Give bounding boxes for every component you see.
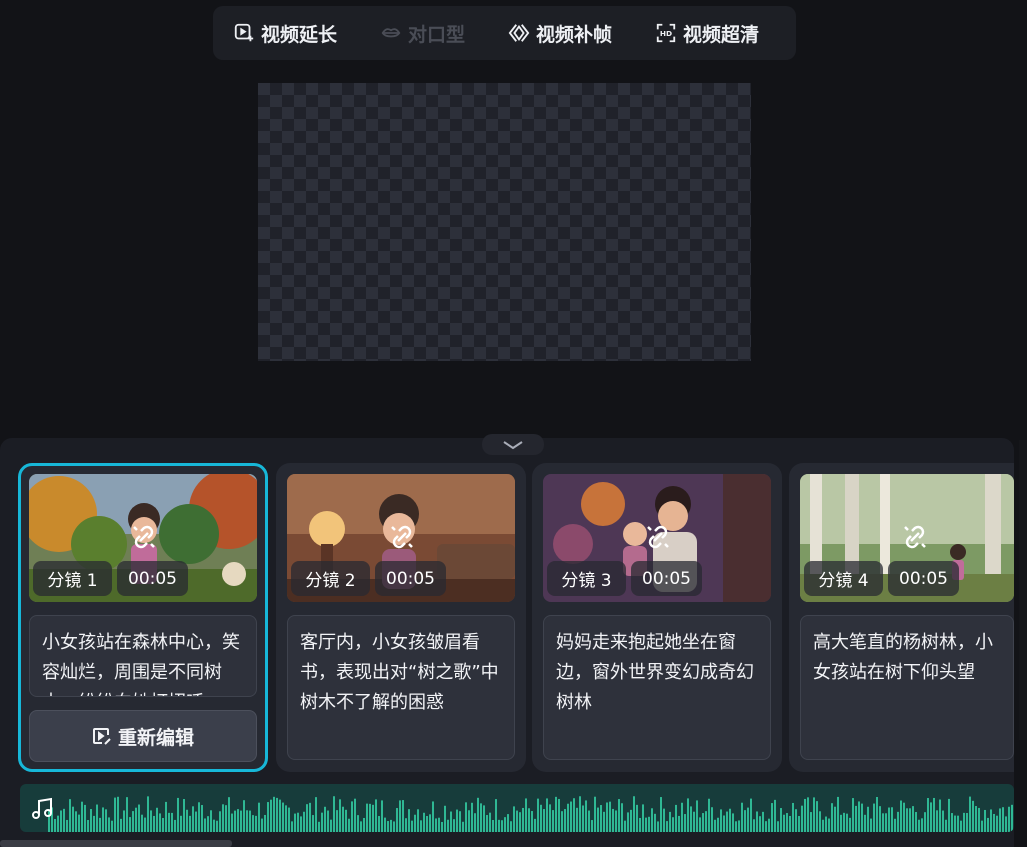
unlink-icon	[904, 525, 926, 549]
re-edit-button[interactable]: 重新编辑	[29, 710, 257, 762]
lip-sync-icon	[381, 28, 401, 38]
edit-video-icon	[92, 728, 111, 745]
video-hd-button[interactable]: HD 视频超清	[655, 6, 759, 60]
shot-duration: 00:05	[631, 561, 702, 596]
video-preview-canvas[interactable]	[258, 83, 751, 361]
shot-card-1[interactable]: 分镜 1 00:05 小女孩站在森林中心，笑容灿烂，周围是不同树木，纷纷向她打招…	[18, 463, 268, 772]
unlink-icon	[133, 525, 155, 549]
shot-duration: 00:05	[888, 561, 959, 596]
shot-thumbnail-3[interactable]: 分镜 3 00:05	[543, 474, 771, 602]
video-extend-button[interactable]: 视频延长	[233, 6, 337, 60]
frame-interpolation-button[interactable]: 视频补帧	[508, 6, 612, 60]
shot-description[interactable]: 妈妈走来抱起她坐在窗边，窗外世界变幻成奇幻树林	[543, 615, 771, 760]
shot-card-4[interactable]: 分镜 4 00:05 高大笔直的杨树林，小女孩站在树下仰头望	[789, 463, 1014, 772]
shot-description[interactable]: 高大笔直的杨树林，小女孩站在树下仰头望	[800, 615, 1014, 760]
shot-thumbnail-2[interactable]: 分镜 2 00:05	[287, 474, 515, 602]
video-hd-label: 视频超清	[683, 23, 760, 46]
chevron-down-icon	[503, 440, 523, 449]
svg-text:HD: HD	[660, 29, 672, 38]
shot-duration: 00:05	[117, 561, 188, 596]
audio-track[interactable]	[20, 784, 1014, 832]
frame-interpolation-icon	[508, 24, 530, 42]
hd-icon: HD	[656, 23, 676, 43]
unlink-icon	[391, 525, 413, 549]
music-note-icon	[32, 797, 52, 819]
collapse-panel-button[interactable]	[482, 434, 544, 455]
shot-description[interactable]: 客厅内，小女孩皱眉看书，表现出对“树之歌”中树木不了解的困惑	[287, 615, 515, 760]
shot-card-2[interactable]: 分镜 2 00:05 客厅内，小女孩皱眉看书，表现出对“树之歌”中树木不了解的困…	[276, 463, 526, 772]
lip-sync-button[interactable]: 对口型	[380, 6, 465, 60]
shot-label: 分镜 3	[547, 561, 626, 596]
re-edit-label: 重新编辑	[117, 726, 194, 749]
shot-duration: 00:05	[375, 561, 446, 596]
shot-card-3[interactable]: 分镜 3 00:05 妈妈走来抱起她坐在窗边，窗外世界变幻成奇幻树林	[532, 463, 782, 772]
video-tools-toolbar: 视频延长 对口型 视频补帧 HD 视频超清	[213, 6, 796, 60]
shot-thumbnail-1[interactable]: 分镜 1 00:05	[29, 474, 257, 602]
shot-description[interactable]: 小女孩站在森林中心，笑容灿烂，周围是不同树木，纷纷向她打招呼	[29, 615, 257, 697]
shot-thumbnail-4[interactable]: 分镜 4 00:05	[800, 474, 1014, 602]
video-extend-label: 视频延长	[261, 23, 338, 46]
horizontal-scrollbar[interactable]	[0, 840, 232, 847]
lip-sync-label: 对口型	[408, 23, 466, 46]
audio-waveform	[48, 796, 1013, 832]
unlink-icon	[647, 525, 669, 549]
shot-label: 分镜 1	[33, 561, 112, 596]
frame-interpolation-label: 视频补帧	[536, 23, 613, 46]
video-extend-icon	[234, 23, 254, 42]
shot-label: 分镜 4	[804, 561, 883, 596]
shot-label: 分镜 2	[291, 561, 370, 596]
vertical-scrollbar[interactable]	[1019, 440, 1027, 740]
